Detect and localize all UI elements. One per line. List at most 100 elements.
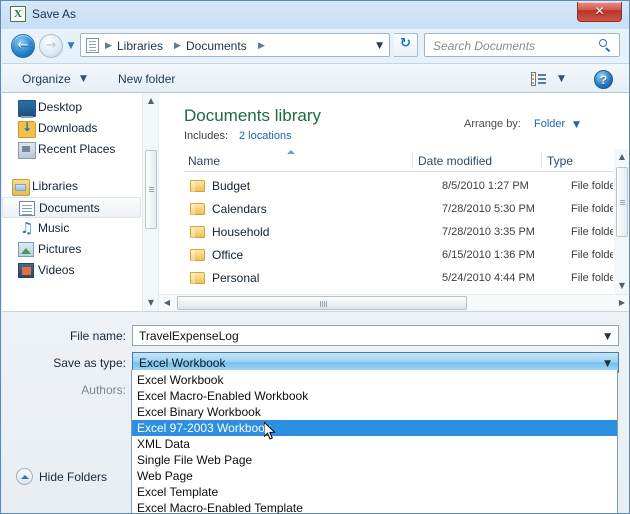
excel-icon: X xyxy=(10,6,26,22)
scroll-down-icon[interactable]: ▼ xyxy=(143,295,159,311)
dropdown-option-single-file-web-page[interactable]: Single File Web Page xyxy=(132,452,617,468)
file-name-chevron-down-icon[interactable]: ▼ xyxy=(604,333,611,342)
sidebar-item-label: Pictures xyxy=(38,242,82,256)
file-name-input[interactable]: TravelExpenseLog ▼ xyxy=(132,325,619,346)
arrange-by-value[interactable]: Folder xyxy=(534,117,565,132)
scrollbar-thumb[interactable] xyxy=(145,150,157,229)
help-button[interactable] xyxy=(594,70,613,89)
libraries-icon xyxy=(12,179,30,196)
save-as-type-value: Excel Workbook xyxy=(139,356,226,370)
file-type: File folde xyxy=(571,203,613,215)
breadcrumb-libraries[interactable]: Libraries xyxy=(117,37,163,55)
dropdown-option-excel-binary-workbook[interactable]: Excel Binary Workbook xyxy=(132,404,617,420)
dropdown-option-excel-macro-enabled-workbook[interactable]: Excel Macro-Enabled Workbook xyxy=(132,388,617,404)
dropdown-option-xml-data[interactable]: XML Data xyxy=(132,436,617,452)
scrollbar-thumb[interactable] xyxy=(616,167,628,237)
search-placeholder: Search Documents xyxy=(433,39,536,53)
file-list-vertical-scrollbar[interactable]: ▲ ▼ xyxy=(614,149,629,294)
column-header-date-modified[interactable]: Date modified xyxy=(418,153,492,169)
file-type: File folde xyxy=(571,249,613,261)
address-input[interactable]: ▶ Libraries ▶ Documents ▶ ▼ xyxy=(80,33,390,57)
organize-chevron-down-icon[interactable]: ▼ xyxy=(80,75,87,84)
folder-icon xyxy=(190,272,205,284)
dropdown-option-excel-workbook[interactable]: Excel Workbook xyxy=(132,372,617,388)
arrange-by-chevron-down-icon[interactable]: ▼ xyxy=(573,121,580,130)
sidebar-item-videos[interactable]: Videos xyxy=(2,260,141,281)
documents-icon xyxy=(19,201,35,216)
table-row[interactable]: Calendars 7/28/2010 5:30 PM File folde xyxy=(184,199,629,220)
column-header-name[interactable]: Name xyxy=(188,153,220,169)
title-bar: X Save As xyxy=(1,1,629,29)
file-type: File folde xyxy=(571,180,613,192)
window-title: Save As xyxy=(32,7,77,21)
pictures-icon xyxy=(18,242,34,257)
library-includes-label: Includes: xyxy=(184,130,229,142)
navigation-pane: Desktop Downloads Recent Places Librarie… xyxy=(2,93,158,311)
sidebar-item-downloads[interactable]: Downloads xyxy=(2,118,141,139)
forward-button[interactable]: → xyxy=(39,34,63,58)
file-date: 8/5/2010 1:27 PM xyxy=(442,180,529,192)
sidebar-item-music[interactable]: Music xyxy=(2,218,141,239)
scroll-down-icon[interactable]: ▼ xyxy=(614,278,629,294)
file-name-label: File name: xyxy=(69,329,126,343)
file-name: Personal xyxy=(212,271,260,285)
address-bar: ← → ▼ ▶ Libraries ▶ Documents ▶ ▼ Search… xyxy=(2,29,629,63)
refresh-button[interactable] xyxy=(394,33,418,57)
sidebar-item-pictures[interactable]: Pictures xyxy=(2,239,141,260)
address-chevron-down-icon[interactable]: ▼ xyxy=(376,42,383,51)
sidebar-item-label: Recent Places xyxy=(38,142,116,156)
folder-icon xyxy=(190,249,205,261)
back-arrow-icon: ← xyxy=(17,38,29,53)
table-row[interactable]: Household 7/28/2010 3:35 PM File folde xyxy=(184,222,629,243)
search-input[interactable]: Search Documents xyxy=(424,33,620,57)
back-button[interactable]: ← xyxy=(11,34,35,58)
desktop-icon xyxy=(18,100,36,118)
videos-icon xyxy=(18,263,34,278)
save-as-type-chevron-down-icon[interactable]: ▼ xyxy=(604,360,611,369)
dropdown-option-excel-template[interactable]: Excel Template xyxy=(132,484,617,500)
scroll-up-icon[interactable]: ▲ xyxy=(143,93,159,109)
file-date: 5/24/2010 4:44 PM xyxy=(442,272,535,284)
hide-folders-label: Hide Folders xyxy=(39,470,108,484)
organize-button[interactable]: Organize xyxy=(22,70,71,88)
file-name-value: TravelExpenseLog xyxy=(139,329,239,343)
dropdown-option-web-page[interactable]: Web Page xyxy=(132,468,617,484)
folder-icon xyxy=(190,203,205,215)
breadcrumb-separator-icon: ▶ xyxy=(105,41,112,51)
library-title: Documents library xyxy=(184,106,321,125)
music-icon xyxy=(18,219,34,237)
dropdown-option-excel-macro-enabled-template[interactable]: Excel Macro-Enabled Template xyxy=(132,500,617,513)
new-folder-button[interactable]: New folder xyxy=(118,70,175,88)
recent-pages-chevron-down-icon[interactable]: ▼ xyxy=(66,41,76,51)
table-row[interactable]: Office 6/15/2010 1:36 PM File folde xyxy=(184,245,629,266)
scroll-up-icon[interactable]: ▲ xyxy=(614,149,629,165)
column-header-type[interactable]: Type xyxy=(547,153,573,169)
close-button[interactable] xyxy=(577,2,622,22)
file-name: Calendars xyxy=(212,202,267,216)
change-view-icon[interactable] xyxy=(531,72,546,86)
chevron-up-icon xyxy=(16,468,33,485)
scrollbar-thumb[interactable] xyxy=(177,296,467,310)
sidebar-item-label: Videos xyxy=(38,263,75,277)
table-row[interactable]: Budget 8/5/2010 1:27 PM File folde xyxy=(184,176,629,197)
sidebar-item-recent-places[interactable]: Recent Places xyxy=(2,139,141,160)
dropdown-option-excel-97-2003-workbook[interactable]: Excel 97-2003 Workbook xyxy=(132,420,617,436)
table-row[interactable]: Personal 5/24/2010 4:44 PM File folde xyxy=(184,268,629,289)
scroll-right-icon[interactable]: ▶ xyxy=(614,295,629,311)
save-as-type-dropdown-list[interactable]: Excel Workbook Excel Macro-Enabled Workb… xyxy=(131,370,618,513)
downloads-icon xyxy=(18,120,36,138)
library-locations-link[interactable]: 2 locations xyxy=(239,129,292,144)
command-bar: Organize ▼ New folder ▼ xyxy=(2,63,629,93)
change-view-chevron-down-icon[interactable]: ▼ xyxy=(558,75,565,84)
forward-arrow-icon: → xyxy=(45,38,57,53)
sidebar-item-documents[interactable]: Documents xyxy=(2,197,141,218)
sidebar-item-libraries[interactable]: Libraries xyxy=(2,176,141,197)
search-icon[interactable] xyxy=(598,38,612,52)
file-list-horizontal-scrollbar[interactable]: ◀ ▶ xyxy=(159,294,629,311)
scroll-left-icon[interactable]: ◀ xyxy=(159,295,175,311)
documents-folder-icon xyxy=(86,38,99,53)
navigation-pane-scrollbar[interactable]: ▲ ▼ xyxy=(142,93,158,311)
breadcrumb-separator-icon[interactable]: ▶ xyxy=(258,38,265,54)
sidebar-item-desktop[interactable]: Desktop xyxy=(2,97,141,118)
breadcrumb-documents[interactable]: Documents xyxy=(186,37,247,55)
